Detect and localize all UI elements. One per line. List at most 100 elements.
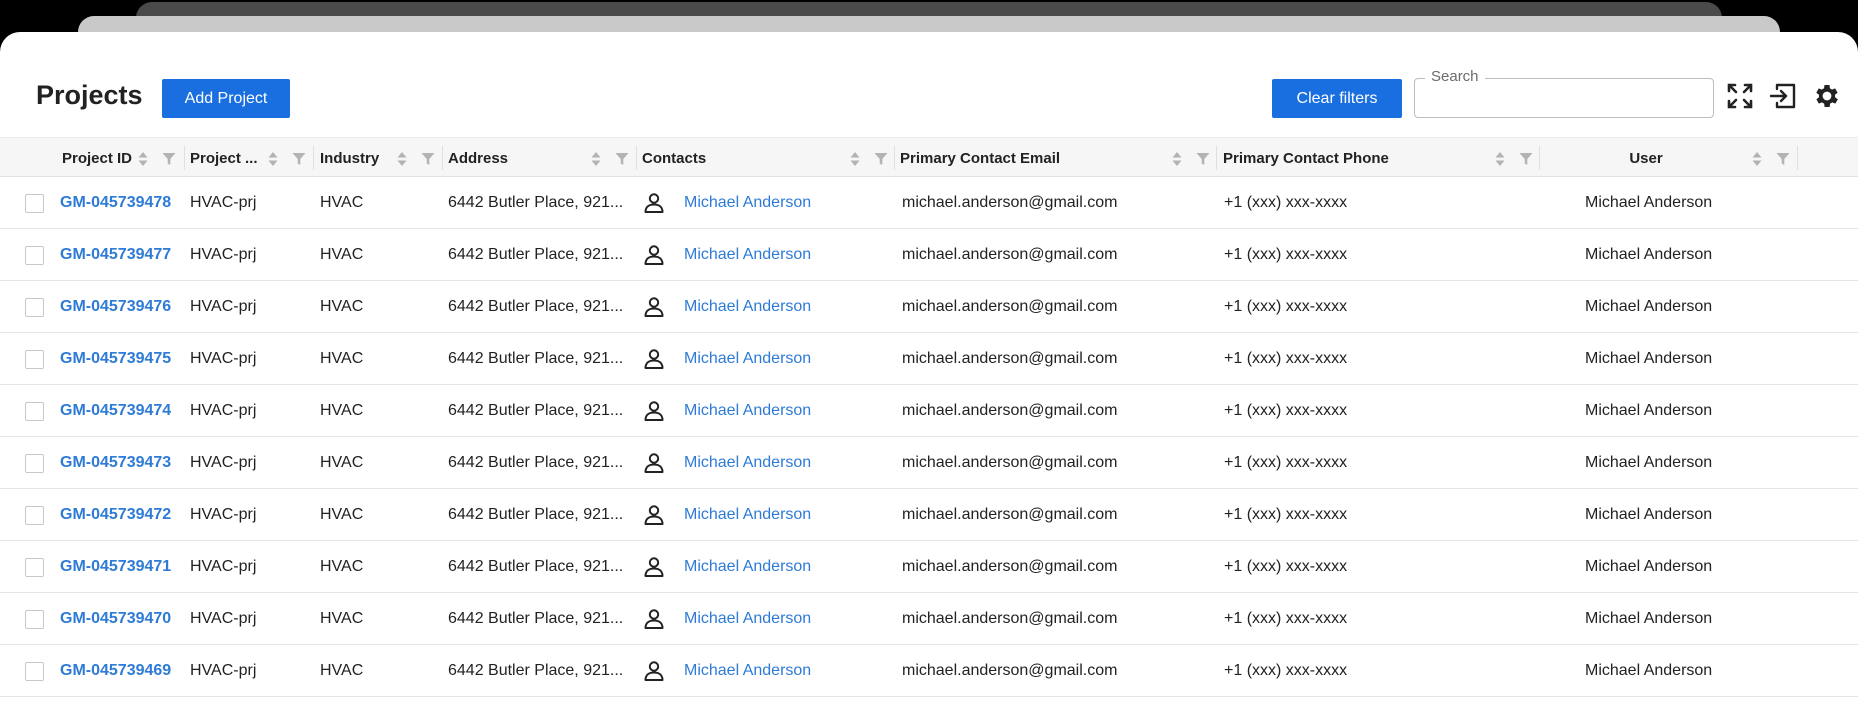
filter-icon[interactable] — [421, 152, 435, 166]
column-divider[interactable] — [636, 146, 637, 170]
clear-filters-button[interactable]: Clear filters — [1272, 79, 1402, 118]
table-row[interactable]: GM-045739470 HVAC-prj HVAC 6442 Butler Plac… — [0, 593, 1858, 645]
cell-contact[interactable]: Michael Anderson — [684, 645, 811, 697]
cell-phone: +1 (xxx) xxx-xxxx — [1224, 558, 1348, 575]
column-divider[interactable] — [894, 146, 895, 170]
cell-industry: HVAC — [320, 454, 364, 471]
row-checkbox[interactable] — [25, 506, 44, 525]
add-project-button[interactable]: Add Project — [162, 79, 290, 118]
table-row[interactable]: GM-045739474 HVAC-prj HVAC 6442 Butler Plac… — [0, 385, 1858, 437]
filter-icon[interactable] — [874, 152, 888, 166]
cell-contact[interactable]: Michael Anderson — [684, 229, 811, 281]
table-row[interactable]: GM-045739473 HVAC-prj HVAC 6442 Butler Plac… — [0, 437, 1858, 489]
cell-industry: HVAC — [320, 402, 364, 419]
row-checkbox[interactable] — [25, 246, 44, 265]
cell-contact[interactable]: Michael Anderson — [684, 541, 811, 593]
sort-icon[interactable] — [590, 150, 602, 168]
cell-id[interactable]: GM-045739474 — [60, 385, 171, 437]
person-icon — [644, 297, 664, 317]
cell-name: HVAC-prj — [190, 194, 257, 211]
column-header-user[interactable]: User — [1546, 138, 1746, 178]
cell-industry: HVAC — [320, 610, 364, 627]
cell-email: michael.anderson@gmail.com — [902, 350, 1118, 367]
table-row[interactable]: GM-045739477 HVAC-prj HVAC 6442 Butler Plac… — [0, 229, 1858, 281]
column-divider[interactable] — [1216, 146, 1217, 170]
column-header-primary-contact-email[interactable]: Primary Contact Email — [900, 138, 1160, 178]
cell-id[interactable]: GM-045739469 — [60, 645, 171, 697]
person-icon — [644, 245, 664, 265]
cell-contact[interactable]: Michael Anderson — [684, 593, 811, 645]
row-checkbox[interactable] — [25, 194, 44, 213]
column-header-project-name[interactable]: Project ... — [190, 138, 258, 178]
filter-icon[interactable] — [1519, 152, 1533, 166]
table-row[interactable]: GM-045739471 HVAC-prj HVAC 6442 Butler Plac… — [0, 541, 1858, 593]
sort-icon[interactable] — [849, 150, 861, 168]
table-row[interactable]: GM-045739472 HVAC-prj HVAC 6442 Butler Plac… — [0, 489, 1858, 541]
cell-id[interactable]: GM-045739476 — [60, 281, 171, 333]
cell-id[interactable]: GM-045739471 — [60, 541, 171, 593]
cell-contact[interactable]: Michael Anderson — [684, 333, 811, 385]
table-row[interactable]: GM-045739469 HVAC-prj HVAC 6442 Butler Plac… — [0, 645, 1858, 697]
cell-user: Michael Anderson — [1585, 246, 1713, 263]
column-header-address[interactable]: Address — [448, 138, 568, 178]
cell-name: HVAC-prj — [190, 246, 257, 263]
filter-icon[interactable] — [615, 152, 629, 166]
cell-contact[interactable]: Michael Anderson — [684, 437, 811, 489]
row-checkbox[interactable] — [25, 298, 44, 317]
exit-icon[interactable] — [1768, 81, 1798, 111]
column-divider[interactable] — [1797, 146, 1798, 170]
search-input[interactable] — [1416, 80, 1712, 116]
cell-id[interactable]: GM-045739472 — [60, 489, 171, 541]
cell-phone: +1 (xxx) xxx-xxxx — [1224, 662, 1348, 679]
cell-name: HVAC-prj — [190, 662, 257, 679]
column-header-industry[interactable]: Industry — [320, 138, 390, 178]
table-header: Project ID Project ... Industry Address Cont… — [0, 137, 1858, 177]
filter-icon[interactable] — [292, 152, 306, 166]
column-divider[interactable] — [1539, 146, 1540, 170]
sort-icon[interactable] — [396, 150, 408, 168]
cell-email: michael.anderson@gmail.com — [902, 506, 1118, 523]
cell-address: 6442 Butler Place, 921... — [448, 610, 624, 627]
cell-user: Michael Anderson — [1585, 662, 1713, 679]
projects-sheet: Projects Add Project Clear filters Searc… — [0, 32, 1858, 706]
column-divider[interactable] — [184, 146, 185, 170]
cell-contact[interactable]: Michael Anderson — [684, 489, 811, 541]
row-checkbox[interactable] — [25, 558, 44, 577]
row-checkbox[interactable] — [25, 350, 44, 369]
filter-icon[interactable] — [162, 152, 176, 166]
sort-icon[interactable] — [1494, 150, 1506, 168]
fullscreen-icon[interactable] — [1725, 81, 1755, 111]
cell-phone: +1 (xxx) xxx-xxxx — [1224, 350, 1348, 367]
row-checkbox[interactable] — [25, 402, 44, 421]
sort-icon[interactable] — [1751, 150, 1763, 168]
table-row[interactable]: GM-045739475 HVAC-prj HVAC 6442 Butler Plac… — [0, 333, 1858, 385]
row-checkbox[interactable] — [25, 610, 44, 629]
cell-contact[interactable]: Michael Anderson — [684, 281, 811, 333]
sort-icon[interactable] — [137, 150, 149, 168]
filter-icon[interactable] — [1776, 152, 1790, 166]
cell-email: michael.anderson@gmail.com — [902, 662, 1118, 679]
filter-icon[interactable] — [1196, 152, 1210, 166]
row-checkbox[interactable] — [25, 454, 44, 473]
column-header-label: Primary Contact Phone — [1223, 149, 1389, 167]
cell-phone: +1 (xxx) xxx-xxxx — [1224, 610, 1348, 627]
column-header-primary-contact-phone[interactable]: Primary Contact Phone — [1223, 138, 1483, 178]
column-header-contacts[interactable]: Contacts — [642, 138, 842, 178]
cell-phone: +1 (xxx) xxx-xxxx — [1224, 194, 1348, 211]
table-row[interactable]: GM-045739476 HVAC-prj HVAC 6442 Butler Plac… — [0, 281, 1858, 333]
cell-id[interactable]: GM-045739477 — [60, 229, 171, 281]
column-divider[interactable] — [313, 146, 314, 170]
sort-icon[interactable] — [1171, 150, 1183, 168]
cell-id[interactable]: GM-045739478 — [60, 177, 171, 229]
row-checkbox[interactable] — [25, 662, 44, 681]
cell-id[interactable]: GM-045739475 — [60, 333, 171, 385]
cell-id[interactable]: GM-045739473 — [60, 437, 171, 489]
gear-icon[interactable] — [1812, 81, 1842, 111]
column-header-project-id[interactable]: Project ID — [62, 138, 138, 178]
table-row[interactable]: GM-045739478 HVAC-prj HVAC 6442 Butler Plac… — [0, 177, 1858, 229]
cell-contact[interactable]: Michael Anderson — [684, 385, 811, 437]
sort-icon[interactable] — [267, 150, 279, 168]
cell-contact[interactable]: Michael Anderson — [684, 177, 811, 229]
cell-id[interactable]: GM-045739470 — [60, 593, 171, 645]
column-divider[interactable] — [442, 146, 443, 170]
